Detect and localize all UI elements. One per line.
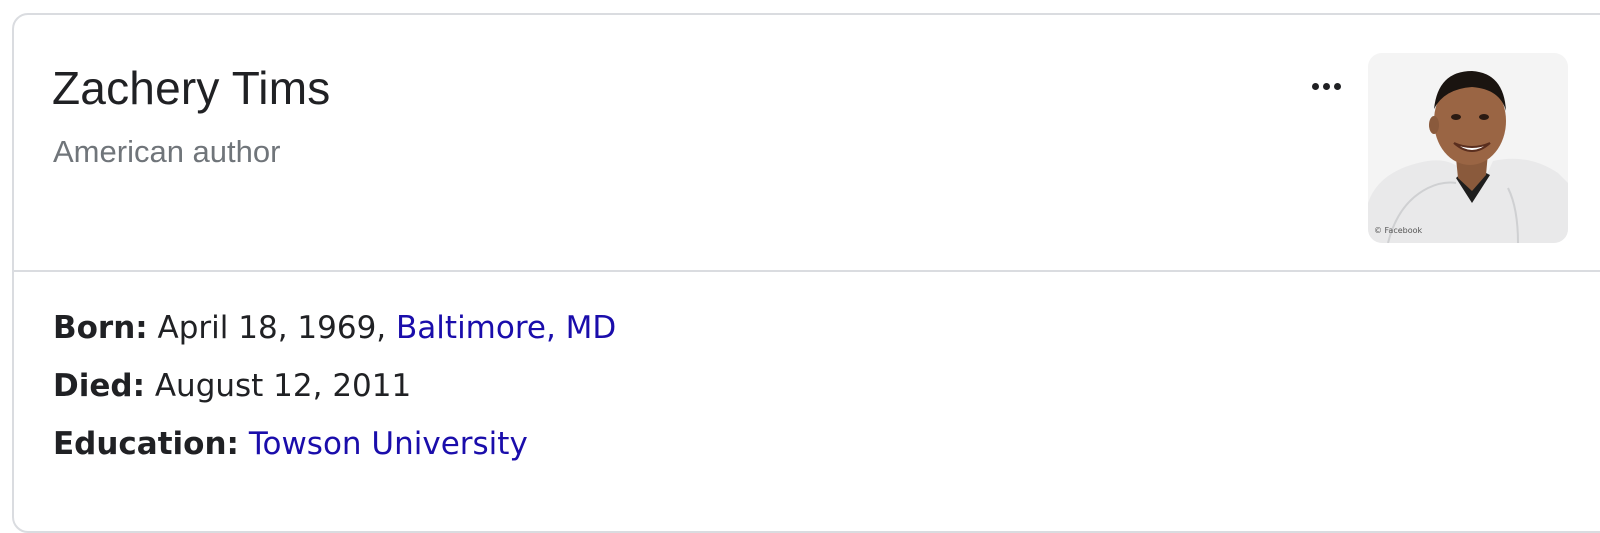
fact-value-died: August 12, 2011 <box>154 368 412 404</box>
link-towson-university[interactable]: Towson University <box>249 426 528 462</box>
link-baltimore[interactable]: Baltimore, MD <box>396 310 616 346</box>
fact-born: Born: April 18, 1969, Baltimore, MD <box>53 309 616 367</box>
knowledge-panel: Zachery Tims American author © Facebook … <box>12 13 1600 533</box>
fact-label-education: Education: <box>53 426 239 462</box>
fact-label-died: Died: <box>53 368 145 404</box>
more-options-button[interactable] <box>1304 67 1350 107</box>
panel-title: Zachery Tims <box>52 62 331 114</box>
fact-died: Died: August 12, 2011 <box>53 367 616 425</box>
fact-label-born: Born: <box>53 310 148 346</box>
fact-value-born: April 18, 1969, <box>157 310 387 346</box>
header-divider <box>14 270 1600 272</box>
panel-subtitle: American author <box>53 134 281 169</box>
panel-header: Zachery Tims American author © Facebook <box>14 15 1600 271</box>
facts-list: Born: April 18, 1969, Baltimore, MD Died… <box>53 309 616 483</box>
photo-credit: © Facebook <box>1374 226 1423 235</box>
fact-education: Education: Towson University <box>53 425 616 483</box>
person-photo[interactable]: © Facebook <box>1368 53 1568 243</box>
